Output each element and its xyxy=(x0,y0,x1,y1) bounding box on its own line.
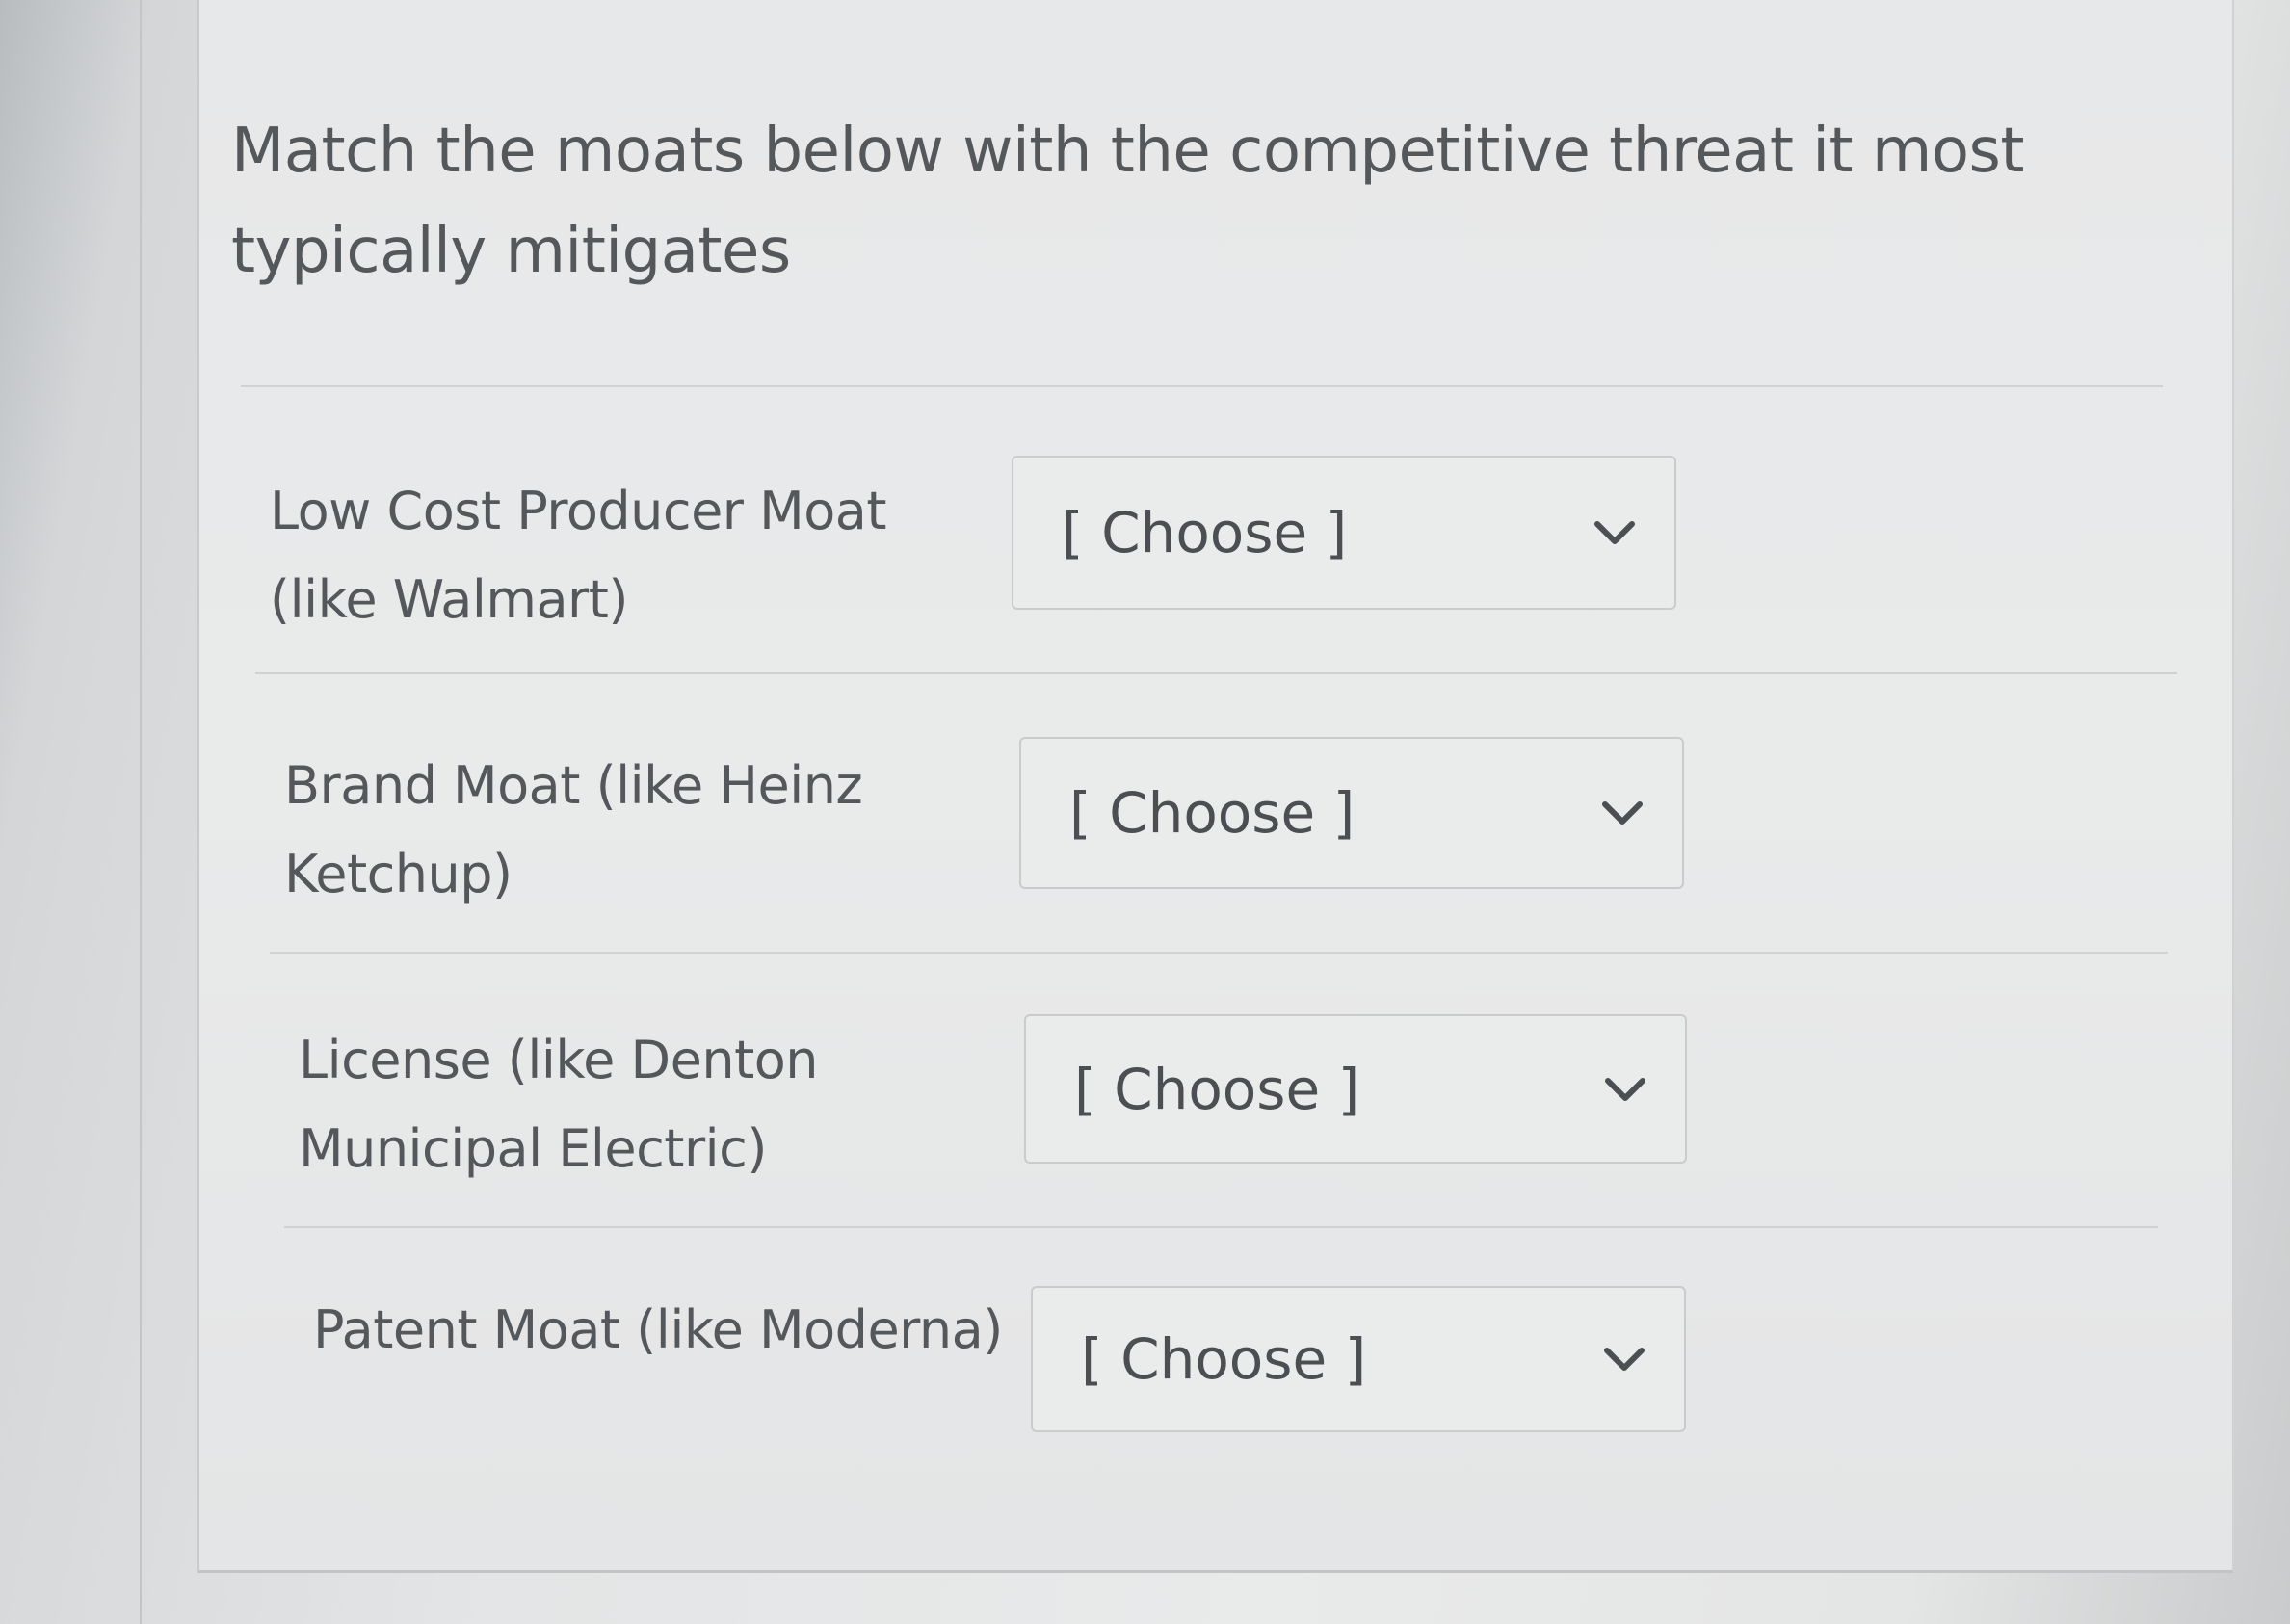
chevron-down-icon xyxy=(1594,521,1635,544)
divider xyxy=(284,1226,2158,1228)
row-label-patent: Patent Moat (like Moderna) xyxy=(313,1299,1003,1360)
divider xyxy=(270,952,2168,954)
chevron-down-icon xyxy=(1602,801,1643,825)
row-label-brand: Brand Moat (like Heinz Ketchup) xyxy=(284,755,863,904)
question-text: Match the moats below with the competiti… xyxy=(231,116,2024,287)
divider xyxy=(241,385,2163,387)
chevron-down-icon xyxy=(1604,1348,1645,1371)
divider xyxy=(255,672,2177,674)
select-value: [ Choose ] xyxy=(1069,780,1356,846)
select-value: [ Choose ] xyxy=(1062,500,1348,565)
row-label-license: License (like Denton Municipal Electric) xyxy=(299,1030,819,1179)
choose-select-patent[interactable]: [ Choose ] xyxy=(1031,1286,1686,1432)
select-value: [ Choose ] xyxy=(1074,1056,1360,1122)
choose-select-brand[interactable]: [ Choose ] xyxy=(1019,737,1684,889)
select-value: [ Choose ] xyxy=(1081,1326,1367,1392)
chevron-down-icon xyxy=(1605,1077,1645,1101)
page-edge xyxy=(140,0,142,1624)
choose-select-license[interactable]: [ Choose ] xyxy=(1024,1014,1687,1164)
row-label-low-cost: Low Cost Producer Moat (like Walmart) xyxy=(270,481,887,630)
choose-select-low-cost[interactable]: [ Choose ] xyxy=(1012,456,1676,610)
